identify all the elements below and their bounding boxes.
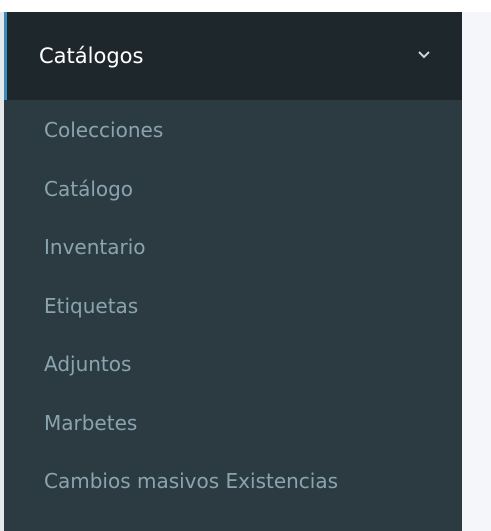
menu-header-label: Catálogos [39,44,144,68]
submenu-item-catalogo[interactable]: Catálogo [4,159,462,218]
submenu-item-inventario[interactable]: Inventario [4,217,462,276]
submenu-item-label: Cambios masivos Existencias [44,469,339,493]
submenu-item-label: Etiquetas [44,293,139,318]
submenu-item-marbetes[interactable]: Marbetes [4,393,462,452]
submenu: Colecciones Catálogo Inventario Etiqueta… [4,100,462,510]
top-strip [0,0,491,12]
submenu-item-label: Adjuntos [44,352,132,376]
submenu-item-colecciones[interactable]: Colecciones [4,100,462,159]
submenu-item-label: Inventario [44,235,146,259]
submenu-item-adjuntos[interactable]: Adjuntos [4,334,462,393]
menu-header-catalogos[interactable]: Catálogos [4,12,462,100]
submenu-item-etiquetas[interactable]: Etiquetas [4,276,462,335]
submenu-item-label: Catálogo [44,176,134,201]
chevron-down-icon [418,51,430,59]
sidebar: Catálogos Colecciones Catálogo Inventari… [4,12,462,531]
submenu-item-label: Marbetes [44,410,138,435]
submenu-item-cambios-masivos-existencias[interactable]: Cambios masivos Existencias [4,451,462,510]
submenu-item-label: Colecciones [44,118,164,142]
page: Catálogos Colecciones Catálogo Inventari… [0,0,491,531]
